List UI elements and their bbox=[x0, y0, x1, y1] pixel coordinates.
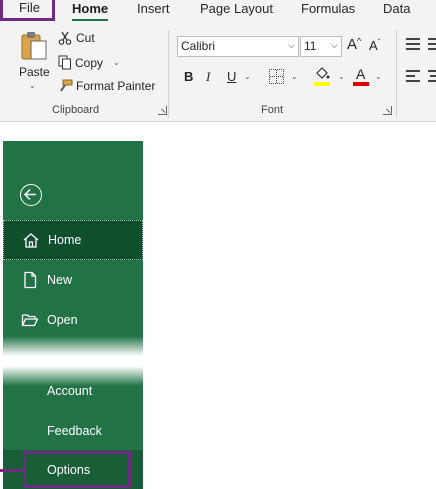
tab-home[interactable]: Home bbox=[72, 1, 109, 21]
tab-insert-label: Insert bbox=[137, 1, 170, 16]
increase-font-size-button[interactable]: A^ bbox=[347, 36, 361, 53]
font-color-a-icon: A bbox=[356, 66, 366, 82]
font-size-chevron-down-icon: ⌵ bbox=[331, 40, 338, 50]
scissors-icon bbox=[58, 31, 72, 45]
cut-label: Cut bbox=[76, 31, 95, 45]
fill-color-swatch bbox=[314, 82, 330, 86]
backstage-nav-open[interactable]: Open bbox=[3, 300, 143, 340]
group-divider bbox=[168, 30, 169, 118]
wrap-text-button[interactable] bbox=[428, 38, 436, 50]
tab-data[interactable]: Data bbox=[383, 1, 410, 16]
fill-color-button[interactable] bbox=[314, 67, 332, 87]
copy-label: Copy bbox=[75, 55, 104, 70]
options-highlight-box bbox=[23, 451, 131, 488]
copy-chevron-down-icon: ⌄ bbox=[113, 58, 120, 67]
ribbon-tab-bar: File Home Insert Page Layout Formulas Da… bbox=[0, 0, 436, 21]
borders-chevron-down-icon[interactable]: ⌄ bbox=[291, 72, 298, 81]
font-color-swatch bbox=[353, 82, 369, 86]
paintbrush-icon bbox=[60, 79, 73, 92]
tab-formulas-label: Formulas bbox=[301, 1, 356, 16]
copy-icon bbox=[58, 55, 71, 70]
backstage-nav-account-label: Account bbox=[47, 384, 93, 398]
bold-label: B bbox=[184, 69, 194, 84]
backstage-nav-open-label: Open bbox=[47, 313, 78, 327]
align-lines-icon bbox=[406, 38, 420, 40]
tab-home-label: Home bbox=[72, 1, 109, 16]
paint-bucket-icon bbox=[316, 67, 330, 79]
backstage-nav-new[interactable]: New bbox=[3, 260, 143, 300]
center-align-button[interactable] bbox=[428, 70, 436, 82]
bold-button[interactable]: B bbox=[184, 69, 193, 84]
paste-button[interactable]: Paste ⌄ bbox=[14, 30, 52, 96]
font-name-dropdown[interactable]: Calibri ⌵ bbox=[177, 36, 299, 57]
backstage-nav-home[interactable]: Home bbox=[3, 220, 143, 260]
group-divider bbox=[396, 30, 397, 118]
backstage-navigation: Home New Open Account Feedback Options bbox=[3, 141, 143, 489]
fill-color-chevron-down-icon[interactable]: ⌄ bbox=[338, 72, 345, 81]
format-painter-button[interactable]: Format Painter bbox=[58, 79, 155, 93]
underline-button[interactable]: U bbox=[227, 69, 236, 84]
top-align-button[interactable] bbox=[406, 38, 422, 50]
backstage-nav-feedback-label: Feedback bbox=[47, 424, 102, 438]
borders-button[interactable] bbox=[269, 69, 284, 84]
clipboard-dialog-launcher-icon[interactable] bbox=[158, 106, 167, 115]
italic-label: I bbox=[206, 69, 211, 84]
tab-insert[interactable]: Insert bbox=[137, 1, 170, 16]
back-arrow-icon bbox=[23, 188, 36, 201]
copy-button[interactable]: Copy ⌄ bbox=[58, 55, 120, 70]
tab-page-layout-label: Page Layout bbox=[200, 1, 274, 16]
clipboard-group-label: Clipboard bbox=[52, 104, 100, 116]
open-folder-icon bbox=[21, 314, 39, 327]
align-left-icon bbox=[406, 70, 420, 72]
paste-chevron-down-icon: ⌄ bbox=[29, 81, 36, 90]
font-dialog-launcher-icon[interactable] bbox=[383, 106, 392, 115]
font-name-chevron-down-icon: ⌵ bbox=[288, 40, 295, 50]
font-name-value: Calibri bbox=[181, 39, 216, 53]
backstage-nav-account[interactable]: Account bbox=[3, 371, 143, 411]
font-size-dropdown[interactable]: 11 ⌵ bbox=[300, 36, 342, 57]
tab-page-layout[interactable]: Page Layout bbox=[200, 1, 273, 16]
italic-button[interactable]: I bbox=[206, 69, 210, 85]
paste-label: Paste bbox=[19, 65, 50, 79]
decrease-font-size-button[interactable]: Aˇ bbox=[369, 38, 380, 53]
underline-chevron-down-icon[interactable]: ⌄ bbox=[244, 72, 251, 81]
back-button[interactable] bbox=[20, 184, 42, 206]
font-group-label: Font bbox=[261, 104, 284, 116]
cut-button[interactable]: Cut bbox=[58, 31, 95, 45]
font-color-button[interactable]: A bbox=[353, 66, 371, 87]
ribbon: File Home Insert Page Layout Formulas Da… bbox=[0, 0, 436, 122]
font-color-chevron-down-icon[interactable]: ⌄ bbox=[375, 72, 382, 81]
tab-file-label: File bbox=[19, 0, 40, 15]
align-left-button[interactable] bbox=[406, 70, 422, 82]
underline-label: U bbox=[227, 69, 237, 84]
tab-file[interactable]: File bbox=[0, 0, 55, 21]
home-icon bbox=[23, 233, 39, 248]
font-size-value: 11 bbox=[304, 39, 317, 53]
clipboard-paste-icon bbox=[21, 32, 47, 60]
format-painter-label: Format Painter bbox=[76, 79, 156, 93]
backstage-nav-home-label: Home bbox=[48, 233, 82, 247]
backstage-nav-new-label: New bbox=[47, 273, 73, 287]
options-pointer-line bbox=[0, 469, 23, 472]
tab-data-label: Data bbox=[383, 1, 411, 16]
new-document-icon bbox=[24, 271, 37, 289]
tab-formulas[interactable]: Formulas bbox=[301, 1, 355, 16]
backstage-nav-feedback[interactable]: Feedback bbox=[3, 411, 143, 451]
